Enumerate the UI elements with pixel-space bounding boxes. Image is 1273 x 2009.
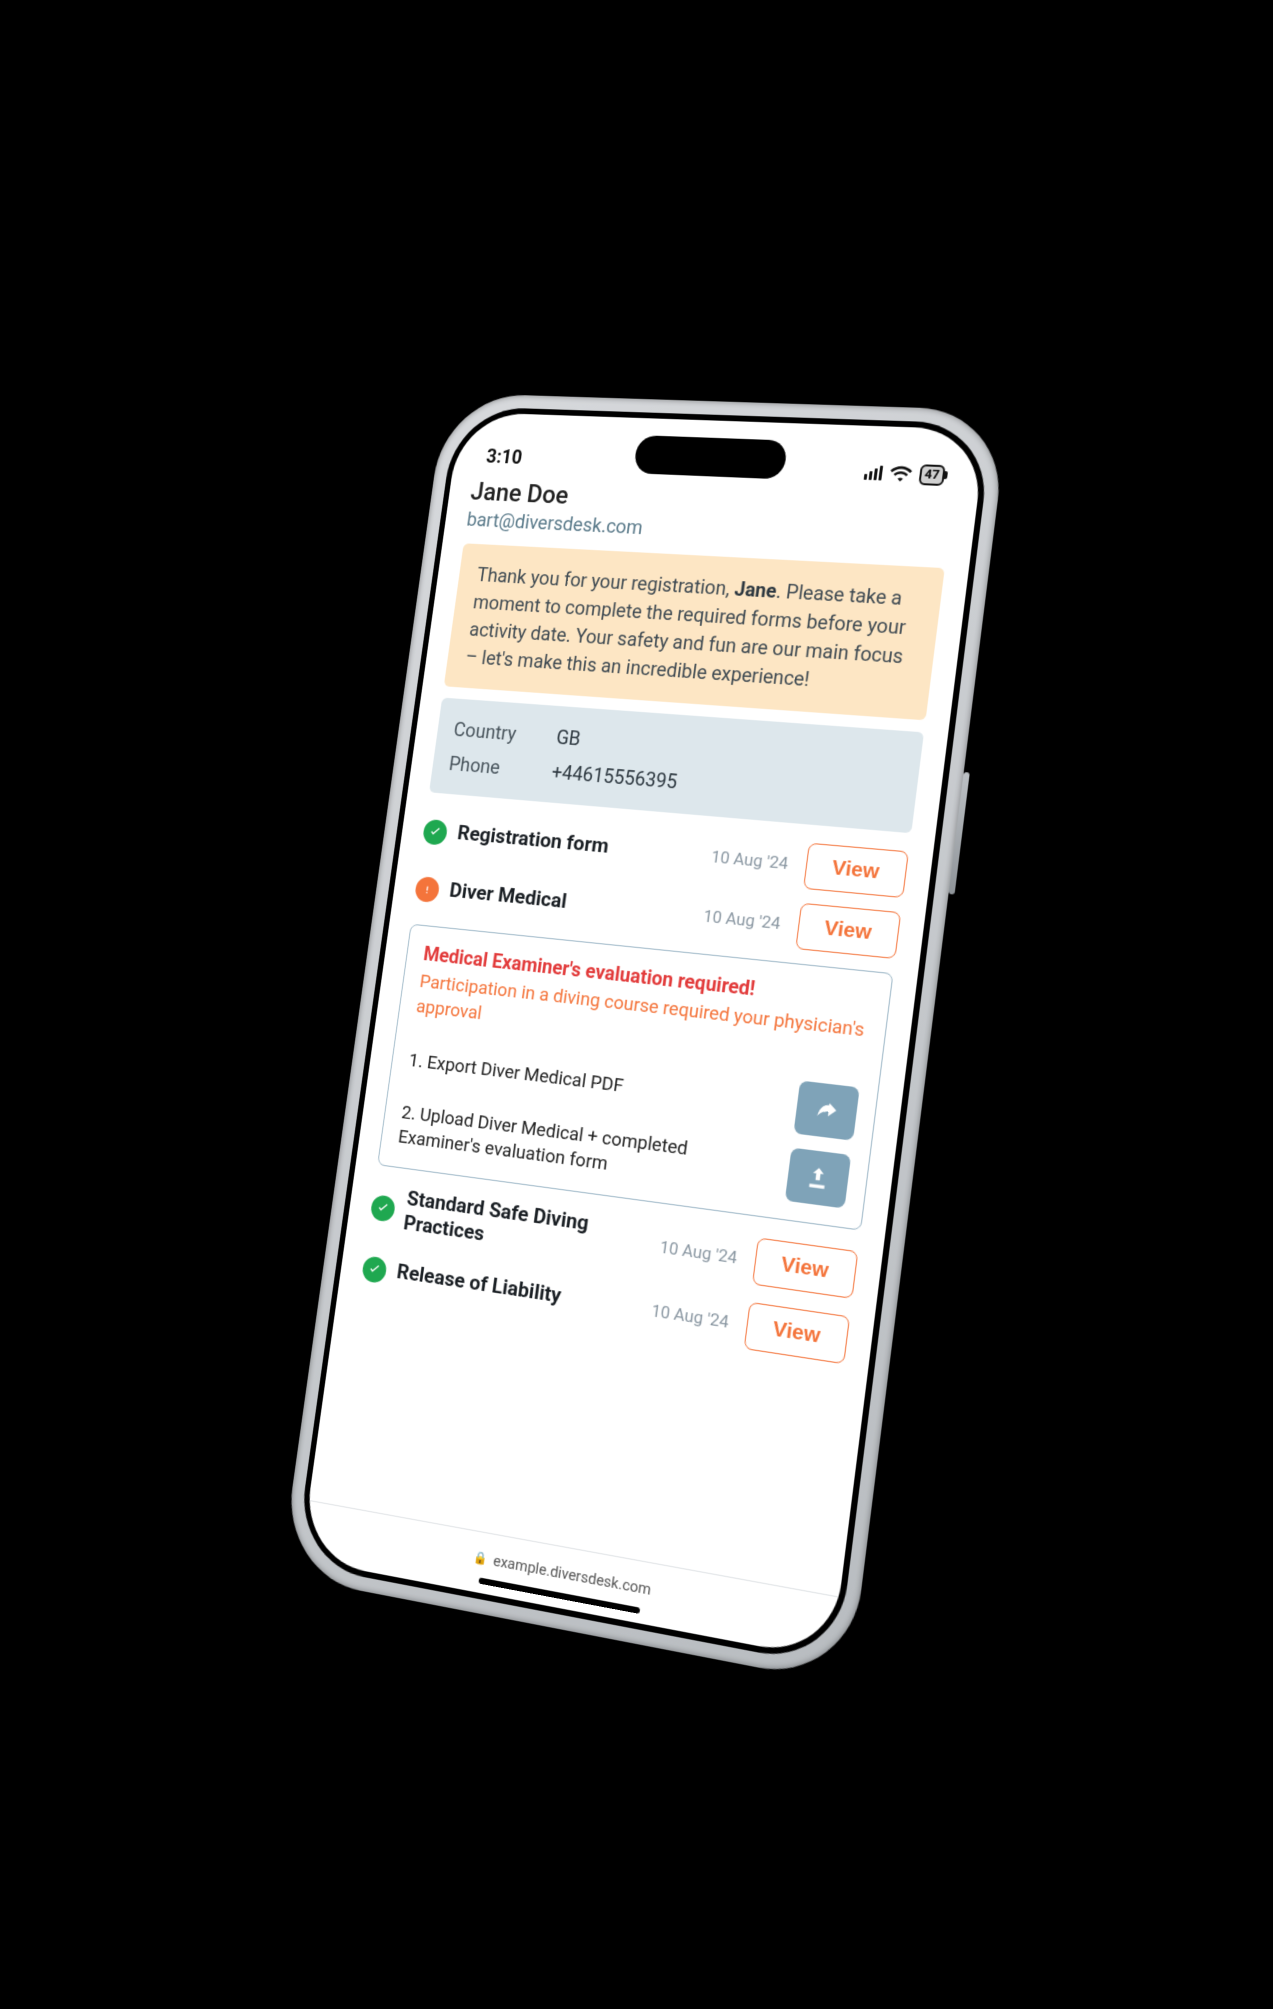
form-date: 10 Aug '24 [702,906,781,933]
view-button[interactable]: View [794,902,900,958]
signal-icon [863,465,883,480]
notch [632,435,787,479]
lock-icon: 🔒 [473,1549,489,1566]
share-icon [811,1096,840,1126]
medical-alert-box: Medical Examiner's evaluation required! … [377,923,893,1230]
upload-icon [803,1163,832,1193]
export-button[interactable] [793,1080,859,1140]
form-title: Registration form [455,822,701,868]
view-button[interactable]: View [802,842,908,897]
check-icon [369,1194,396,1223]
form-date: 10 Aug '24 [658,1237,738,1268]
check-icon [421,818,448,845]
view-button[interactable]: View [751,1237,858,1299]
check-icon [361,1254,388,1283]
phone-value: +44615556395 [550,759,678,792]
upload-button[interactable] [784,1147,850,1208]
country-value: GB [555,725,582,750]
form-title: Diver Medical [447,879,693,927]
view-button[interactable]: View [743,1301,850,1364]
side-button [948,772,969,895]
form-date: 10 Aug '24 [710,847,789,874]
status-time: 3:10 [484,444,523,468]
wifi-icon [888,464,912,483]
welcome-banner: Thank you for your registration, Jane. P… [443,543,944,720]
contact-info: Country GB Phone +44615556395 [429,697,924,833]
phone-frame: 3:10 47 Jane Doe bart@diversdesk.com Tha… [280,392,1009,1684]
form-date: 10 Aug '24 [650,1300,730,1332]
phone-label: Phone [447,751,533,781]
country-label: Country [452,717,538,746]
screen: 3:10 47 Jane Doe bart@diversdesk.com Tha… [300,411,986,1659]
battery-icon: 47 [918,464,945,486]
form-title: Release of Liability [395,1260,642,1321]
alert-icon [413,875,440,902]
